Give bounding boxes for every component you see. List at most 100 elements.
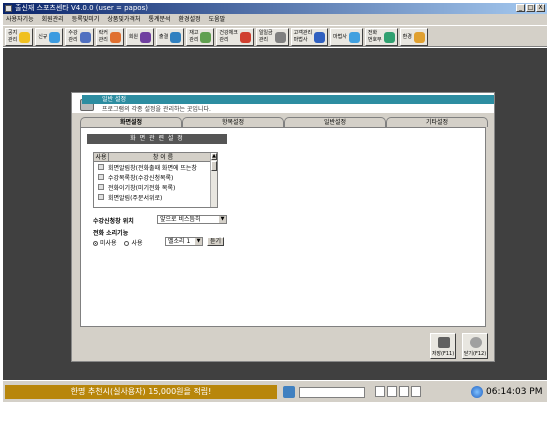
phone-sound-label: 전화 소리기능 [93,230,129,237]
toolbar-button-9[interactable]: 고객관리 마법사 [290,28,329,46]
toolbar-button-1[interactable]: 신규 [35,28,64,46]
dialog-header: 일반 설정 프로그램의 각종 설정을 관리하는 곳입니다. [72,93,494,113]
close-button-label: 닫기(F12) [463,351,487,357]
radio-off-label: 미사용 [100,240,117,247]
checkbox[interactable] [98,174,104,180]
menu-member-management[interactable]: 회원관리 [42,14,64,25]
tab-bar: 화면설정 항목설정 일반설정 기타설정 [80,117,488,127]
toolbar-button-4[interactable]: 회원 [125,28,155,46]
tab-general-settings[interactable]: 일반설정 [284,117,386,127]
menu-help[interactable]: 도움말 [209,14,226,25]
toolbar-button-8[interactable]: 일일금 관리 [255,28,289,46]
chevron-down-icon[interactable]: ▼ [195,238,202,245]
menu-registration[interactable]: 등록및미기 [72,14,100,25]
radio-on-label: 사용 [131,240,143,247]
memo-icon[interactable] [399,386,409,397]
checkbox[interactable] [98,184,104,190]
settings-panel: 화 면 관 련 설 정 사용 창 이 름 회면알림창(전화출때 화면에 뜨는창 … [80,127,486,327]
list-header-use: 사용 [94,153,109,161]
save-button[interactable]: 저장(F11) [430,333,456,359]
scroll-thumb[interactable] [211,161,217,171]
list-item-label: 회면알림(주문서위로) [108,194,163,202]
settings-icon [413,31,425,43]
close-window-button[interactable]: X [536,4,545,12]
book-icon[interactable] [283,386,295,398]
new-member-icon [49,31,61,43]
maximize-button[interactable]: □ [526,4,535,12]
toolbar-button-12[interactable]: 환경 [399,28,428,46]
window-controls: _ □ X [516,4,545,12]
toolbar-button-11[interactable]: 전화 번호부 [364,28,398,46]
radio-on[interactable] [124,241,130,246]
phonebook-icon [383,31,395,43]
radio-off[interactable] [93,241,98,246]
promo-banner[interactable]: 한명 추천시(실사용자) 15,000원을 적립! [5,385,277,399]
quick-input[interactable] [299,387,365,398]
toolbar-button-label: 출결 [159,33,169,40]
scroll-up-icon[interactable]: ▲ [211,153,217,160]
globe-icon [471,386,483,398]
close-button[interactable]: 닫기(F12) [462,333,488,359]
checkbox[interactable] [98,164,104,170]
class-position-select[interactable]: 앞으로 비스듬히 ▼ [157,215,227,224]
toolbar-button-10[interactable]: 마법사 [330,28,363,46]
save-icon [438,337,450,348]
toolbar-button-label: 마법사 [333,33,347,40]
class-position-value: 앞으로 비스듬히 [160,216,201,223]
toolbar-button-2[interactable]: 수강 관리 [65,28,94,46]
tab-item-settings[interactable]: 항목설정 [182,117,284,127]
toolbar-button-label: 일일금 관리 [258,30,273,43]
magic-icon [348,31,360,43]
class-position-label: 수강신청창 위치 [93,218,134,225]
calculator-icon[interactable] [411,386,421,397]
list-item[interactable]: 전화이기창(미기전화 목록) [94,182,217,192]
minimize-button[interactable]: _ [516,4,525,12]
window-list[interactable]: 사용 창 이 름 회면알림창(전화출때 화면에 뜨는창 수강목록창(수강신청목록… [93,152,218,208]
dialog-title: 일반 설정 [82,95,494,104]
window-title: 출신재 스포츠센타 V4.0.0 (user = papos) [15,4,148,12]
wizard-icon [314,31,326,43]
list-header-name: 창 이 름 [152,154,174,161]
list-scrollbar[interactable]: ▲ [210,153,217,207]
toolbar-button-5[interactable]: 출결 [156,28,185,46]
daily-icon [274,31,286,43]
toolbar-button-label: 공지 관리 [8,30,18,43]
notice-icon [19,31,31,43]
sound-select[interactable]: 벨소리 1 ▼ [165,237,203,246]
members-icon [140,31,152,43]
save-button-label: 저장(F11) [431,351,455,357]
menu-statistics[interactable]: 통계분석 [148,14,170,25]
phone-icon[interactable] [375,386,385,397]
toolbar-button-0[interactable]: 공지 관리 [5,28,34,46]
dialog-subtitle: 프로그램의 각종 설정을 관리하는 곳입니다. [102,106,211,113]
health-icon [239,31,251,43]
toolbar-button-3[interactable]: 락커 관리 [95,28,124,46]
list-item[interactable]: 회면알림(주문서위로) [94,192,217,202]
menu-products[interactable]: 상품및가격처 [107,14,140,25]
list-item[interactable]: 수강목록창(수강신청목록) [94,172,217,182]
chevron-down-icon[interactable]: ▼ [219,216,226,223]
sound-select-value: 벨소리 1 [168,238,191,245]
toolbar-button-label: 건강체크 관리 [219,30,238,43]
list-header: 사용 창 이 름 [94,153,217,162]
clock: 06:14:03 PM [471,385,547,399]
calendar-icon[interactable] [387,386,397,397]
tab-other-settings[interactable]: 기타설정 [386,117,488,127]
toolbar-button-label: 전화 번호부 [367,30,382,43]
toolbar-button-6[interactable]: 재고 관리 [186,28,215,46]
class-icon [79,31,91,43]
status-bar: 한명 추천시(실사용자) 15,000원을 적립! 06:14:03 PM [3,380,547,402]
clock-time: 06:14:03 PM [486,387,543,397]
toolbar-button-7[interactable]: 건강체크 관리 [216,28,254,46]
toolbar-button-label: 재고 관리 [189,30,199,43]
toolbar-button-label: 환경 [402,33,412,40]
menu-bar: 사용자기능 회원관리 등록및미기 상품및가격처 통계분석 환경설정 도움말 [3,14,547,25]
list-item[interactable]: 회면알림창(전화출때 화면에 뜨는창 [94,162,217,172]
listen-button[interactable]: 듣기 [207,237,224,246]
section-title: 화 면 관 련 설 정 [87,134,227,144]
menu-user-functions[interactable]: 사용자기능 [6,14,34,25]
toolbar-button-label: 회원 [128,33,139,40]
checkbox[interactable] [98,194,104,200]
menu-settings[interactable]: 환경설정 [179,14,201,25]
tab-screen-settings[interactable]: 화면설정 [80,117,182,127]
